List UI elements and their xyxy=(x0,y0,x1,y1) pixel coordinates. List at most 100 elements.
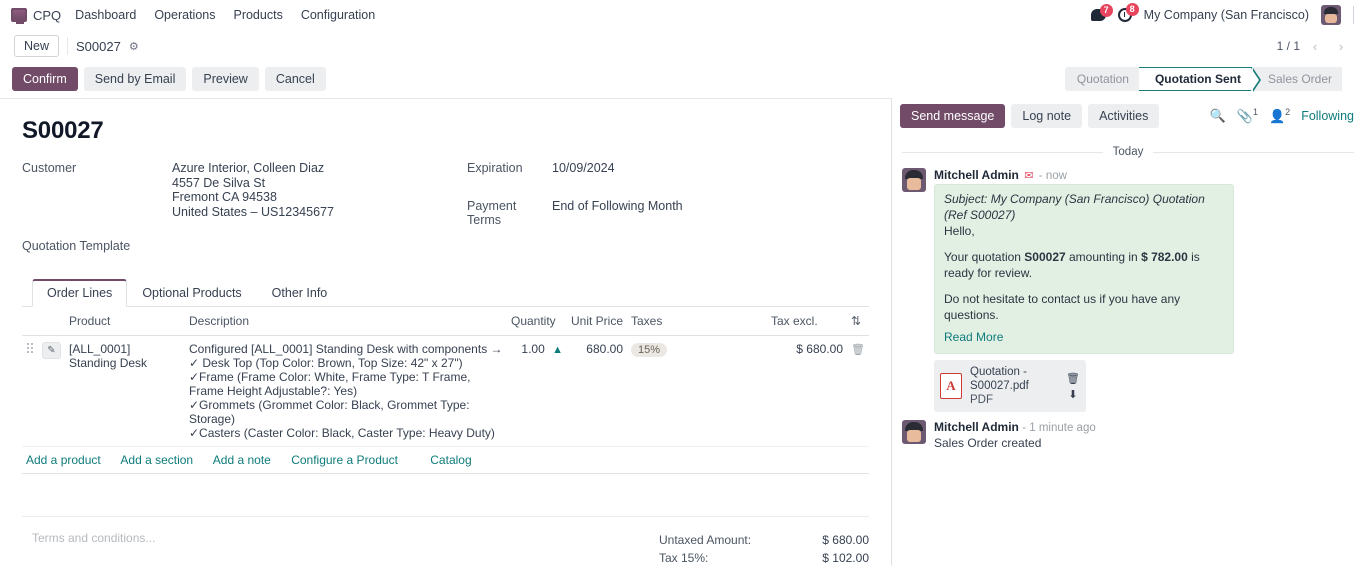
row-taxes[interactable]: 15% xyxy=(627,335,767,447)
chatter-tools: 🔍 📎1 👤2 Following xyxy=(1210,107,1354,124)
row-drag-handle[interactable] xyxy=(22,335,38,447)
attachment-card[interactable]: A Quotation - S00027.pdf PDF 🗑 ⬇ xyxy=(934,360,1086,412)
row-quantity[interactable]: 1.00 ▲ xyxy=(506,335,567,447)
untaxed-amount-label: Untaxed Amount: xyxy=(659,533,752,547)
menu-item-operations[interactable]: Operations xyxy=(154,8,215,22)
activities-counter: 8 xyxy=(1125,3,1139,16)
pdf-file-icon: A xyxy=(940,373,962,399)
description-option-frame: ✓Frame (Frame Color: White, Frame Type: … xyxy=(189,370,471,398)
log-note-button[interactable]: Log note xyxy=(1011,104,1083,128)
menu-item-dashboard[interactable]: Dashboard xyxy=(75,8,136,22)
menu-item-configuration[interactable]: Configuration xyxy=(301,8,375,22)
add-a-note-link[interactable]: Add a note xyxy=(213,453,271,467)
forecast-report-icon[interactable]: ▲ xyxy=(552,344,563,356)
top-navbar: CPQ Dashboard Operations Products Config… xyxy=(0,0,1366,30)
attachment-meta: Quotation - S00027.pdf PDF xyxy=(970,365,1058,407)
header-row: Product Description Quantity Unit Price … xyxy=(22,307,869,336)
row-delete-cell: 🗑 xyxy=(847,335,869,447)
preview-button[interactable]: Preview xyxy=(192,67,259,91)
breadcrumb: New S00027 ⚙ 1 / 1 ‹ › xyxy=(0,30,1366,62)
followers-icon[interactable]: 👤2 xyxy=(1269,107,1290,124)
read-more-link[interactable]: Read More xyxy=(944,329,1003,345)
app-brand[interactable]: CPQ xyxy=(8,8,61,24)
configure-line-icon[interactable]: ✎ xyxy=(42,342,61,359)
messages-button[interactable]: 7 xyxy=(1090,4,1113,21)
configure-a-product-link[interactable]: Configure a Product xyxy=(291,453,398,467)
activities-button[interactable]: Activities xyxy=(1088,104,1160,128)
line-actions: Add a product Add a section Add a note C… xyxy=(22,446,869,474)
terms-and-conditions-input[interactable]: Terms and conditions... xyxy=(22,531,452,566)
company-switcher[interactable]: My Company (San Francisco) xyxy=(1144,8,1309,22)
notebook: Order Lines Optional Products Other Info… xyxy=(22,279,869,474)
add-a-product-link[interactable]: Add a product xyxy=(26,453,101,467)
untaxed-amount-value: $ 680.00 xyxy=(822,533,869,547)
following-button[interactable]: Following xyxy=(1301,109,1354,123)
catalog-link[interactable]: Catalog xyxy=(430,453,471,467)
row-config-cell: ✎ xyxy=(38,335,65,447)
new-record-button[interactable]: New xyxy=(14,35,60,57)
search-icon[interactable]: 🔍 xyxy=(1210,108,1226,124)
field-quotation-template: Quotation Template xyxy=(22,223,467,257)
activities-button[interactable]: 8 xyxy=(1117,3,1139,22)
add-a-section-link[interactable]: Add a section xyxy=(120,453,193,467)
list-item: Mitchell Admin - 1 minute ago Sales Orde… xyxy=(902,420,1354,451)
chatter-toolbar: Send message Log note Activities 🔍 📎1 👤2… xyxy=(892,98,1366,136)
status-step-sales-order[interactable]: Sales Order xyxy=(1251,67,1342,91)
body-ref: S00027 xyxy=(1024,250,1066,264)
download-icon[interactable]: ⬇ xyxy=(1068,388,1077,401)
expiration-value[interactable]: 10/09/2024 xyxy=(552,161,683,191)
pager-previous-button[interactable]: ‹ xyxy=(1304,36,1326,56)
quantity-value: 1.00 xyxy=(521,342,545,356)
status-step-quotation-sent[interactable]: Quotation Sent xyxy=(1138,67,1261,92)
tab-order-lines[interactable]: Order Lines xyxy=(32,279,128,307)
customer-city: Fremont CA 94538 xyxy=(172,190,277,204)
paperclip-icon[interactable]: 📎1 xyxy=(1237,107,1258,124)
line-actions-row: Add a product Add a section Add a note C… xyxy=(22,446,869,474)
record-pager: 1 / 1 ‹ › xyxy=(1277,36,1352,56)
drag-handle-icon[interactable] xyxy=(26,342,34,354)
gear-icon[interactable]: ⚙ xyxy=(129,40,139,53)
avatar[interactable] xyxy=(902,420,926,444)
message-time: - 1 minute ago xyxy=(1022,422,1096,434)
follower-count: 2 xyxy=(1285,107,1291,118)
tax-badge: 15% xyxy=(631,343,668,357)
attachment-type: PDF xyxy=(970,394,993,406)
separator-line-left xyxy=(902,151,1103,153)
col-taxes-header: Taxes xyxy=(627,307,767,336)
trash-icon[interactable]: 🗑 xyxy=(1066,372,1080,385)
attachment-name: Quotation - S00027.pdf xyxy=(970,366,1029,392)
quotation-template-value[interactable] xyxy=(172,223,467,257)
tab-optional-products[interactable]: Optional Products xyxy=(127,279,256,307)
menu-item-products[interactable]: Products xyxy=(233,8,282,22)
row-unit-price[interactable]: 680.00 xyxy=(566,335,627,447)
col-handle xyxy=(22,307,38,336)
body-amount: $ 782.00 xyxy=(1141,250,1188,264)
avatar[interactable] xyxy=(902,168,926,192)
confirm-button[interactable]: Confirm xyxy=(12,67,78,91)
send-by-email-button[interactable]: Send by Email xyxy=(83,67,187,91)
pager-next-button[interactable]: › xyxy=(1330,36,1352,56)
column-options-icon[interactable]: ⇅ xyxy=(847,307,869,336)
message-spacer-1 xyxy=(944,239,1224,249)
description-option-casters: ✓Casters (Caster Color: Black, Caster Ty… xyxy=(189,426,495,440)
col-product-header: Product xyxy=(65,307,185,336)
customer-value[interactable]: Azure Interior, Colleen Diaz 4557 De Sil… xyxy=(172,161,467,223)
row-product[interactable]: [ALL_0001] Standing Desk xyxy=(65,335,185,447)
day-separator-label: Today xyxy=(1112,146,1144,158)
form-sheet: S00027 Customer Azure Interior, Colleen … xyxy=(0,99,891,566)
chatter-thread: Today Mitchell Admin ✉ - now Subject: My… xyxy=(892,136,1366,451)
cancel-button[interactable]: Cancel xyxy=(264,67,326,91)
status-step-quotation[interactable]: Quotation xyxy=(1064,67,1149,91)
messages-counter: 7 xyxy=(1099,4,1113,17)
user-avatar[interactable] xyxy=(1321,5,1341,25)
row-description[interactable]: Configured [ALL_0001] Standing Desk with… xyxy=(185,335,507,447)
trash-icon[interactable]: 🗑 xyxy=(851,344,865,356)
field-payment-terms: Payment Terms End of Following Month xyxy=(467,191,683,257)
field-expiration: Expiration 10/09/2024 xyxy=(467,161,683,191)
send-message-button[interactable]: Send message xyxy=(900,104,1006,128)
message-header: Mitchell Admin ✉ - now xyxy=(934,168,1354,182)
payment-terms-value[interactable]: End of Following Month xyxy=(552,191,683,257)
customer-name: Azure Interior, Colleen Diaz xyxy=(172,161,325,175)
tab-other-info[interactable]: Other Info xyxy=(257,279,343,307)
table-row[interactable]: ✎ [ALL_0001] Standing Desk Configured [A… xyxy=(22,335,869,447)
